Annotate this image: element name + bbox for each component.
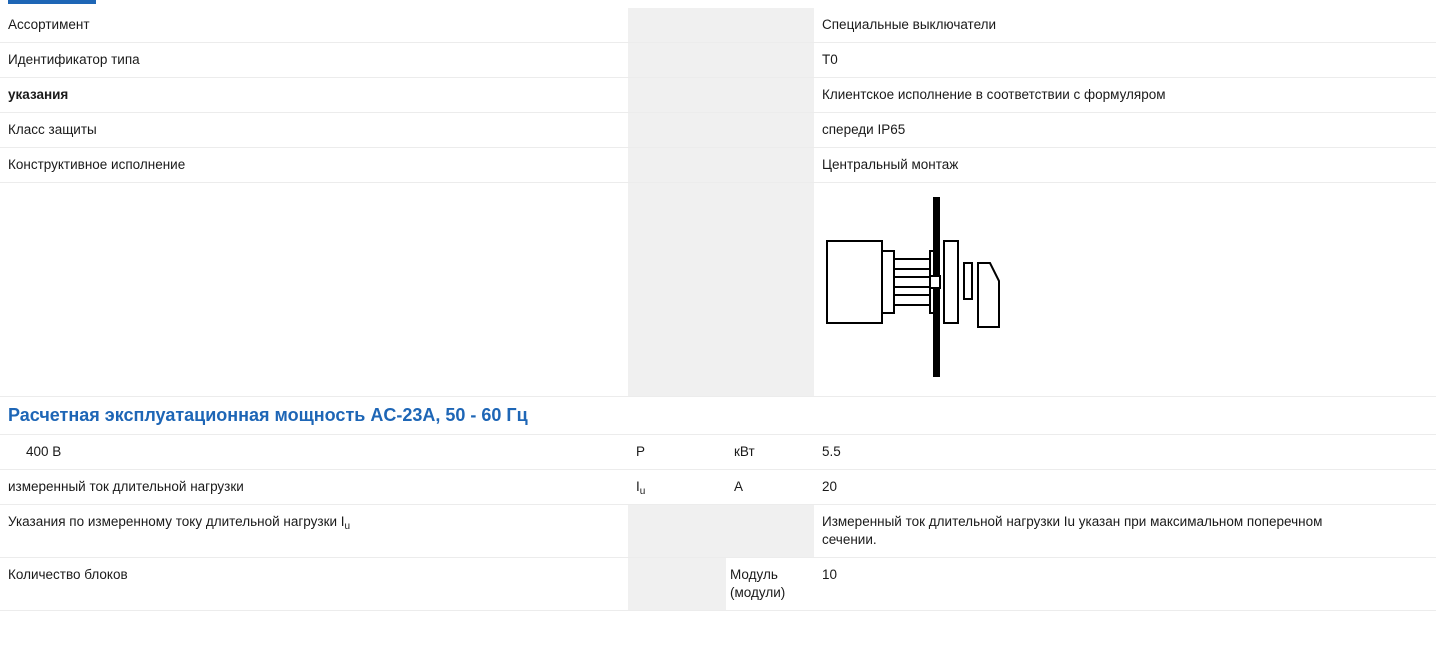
- section-title: Расчетная эксплуатационная мощность AC-2…: [0, 396, 814, 435]
- table-row: Класс защиты спереди IP65: [0, 112, 1436, 148]
- row-value: Специальные выключатели: [814, 8, 1436, 43]
- symbol-sub: u: [639, 486, 646, 497]
- spec-table: Ассортимент Специальные выключатели Иден…: [0, 8, 1436, 611]
- row-value: Клиентское исполнение в соответствии с ф…: [814, 77, 1436, 113]
- row-unit: Модуль (модули): [726, 557, 814, 611]
- row-symbol: [628, 147, 726, 183]
- table-row: Конструктивное исполнение Центральный мо…: [0, 147, 1436, 183]
- section-empty: [814, 396, 1436, 435]
- row-unit: [726, 504, 814, 558]
- row-value: T0: [814, 42, 1436, 78]
- row-unit: [726, 77, 814, 113]
- row-symbol: [628, 8, 726, 43]
- table-row: Идентификатор типа T0: [0, 42, 1436, 78]
- table-row: Указания по измеренному току длительной …: [0, 504, 1436, 558]
- row-value: 10: [814, 557, 1436, 611]
- diagram-row: [0, 182, 1436, 397]
- row-label: Ассортимент: [0, 8, 628, 43]
- row-label: Указания по измеренному току длительной …: [0, 504, 628, 558]
- table-row: указания Клиентское исполнение в соответ…: [0, 77, 1436, 113]
- row-unit: [726, 182, 814, 397]
- row-label: [0, 182, 628, 397]
- row-unit: [726, 112, 814, 148]
- table-row: 400 В P кВт 5.5: [0, 434, 1436, 470]
- row-value: Измеренный ток длительной нагрузки Iu ук…: [814, 504, 1436, 558]
- table-row: Количество блоков Модуль (модули) 10: [0, 557, 1436, 611]
- row-unit: кВт: [726, 434, 814, 470]
- row-symbol: [628, 182, 726, 397]
- row-label: Конструктивное исполнение: [0, 147, 628, 183]
- row-symbol: [628, 557, 726, 611]
- diagram-cell: [814, 182, 1436, 397]
- row-unit: A: [726, 469, 814, 505]
- row-label: Идентификатор типа: [0, 42, 628, 78]
- row-unit: [726, 8, 814, 43]
- row-symbol: [628, 42, 726, 78]
- row-symbol: [628, 112, 726, 148]
- row-symbol: Iu: [628, 469, 726, 505]
- label-main: Указания по измеренному току длительной …: [8, 514, 345, 529]
- table-row: Ассортимент Специальные выключатели: [0, 8, 1436, 43]
- header-accent-bar: [8, 0, 96, 4]
- table-row: измеренный ток длительной нагрузки Iu A …: [0, 469, 1436, 505]
- row-symbol: P: [628, 434, 726, 470]
- row-label: 400 В: [0, 434, 628, 470]
- central-mounting-diagram: [826, 197, 1000, 377]
- row-label: Количество блоков: [0, 557, 628, 611]
- row-value: спереди IP65: [814, 112, 1436, 148]
- row-label: измеренный ток длительной нагрузки: [0, 469, 628, 505]
- row-symbol: [628, 77, 726, 113]
- row-unit: [726, 147, 814, 183]
- row-unit: [726, 42, 814, 78]
- row-value: Центральный монтаж: [814, 147, 1436, 183]
- label-sub: u: [344, 521, 351, 532]
- section-row: Расчетная эксплуатационная мощность AC-2…: [0, 396, 1436, 435]
- row-label: Класс защиты: [0, 112, 628, 148]
- row-value: 5.5: [814, 434, 1436, 470]
- row-label: указания: [0, 77, 628, 113]
- row-symbol: [628, 504, 726, 558]
- top-strip: [0, 0, 1436, 8]
- row-value: 20: [814, 469, 1436, 505]
